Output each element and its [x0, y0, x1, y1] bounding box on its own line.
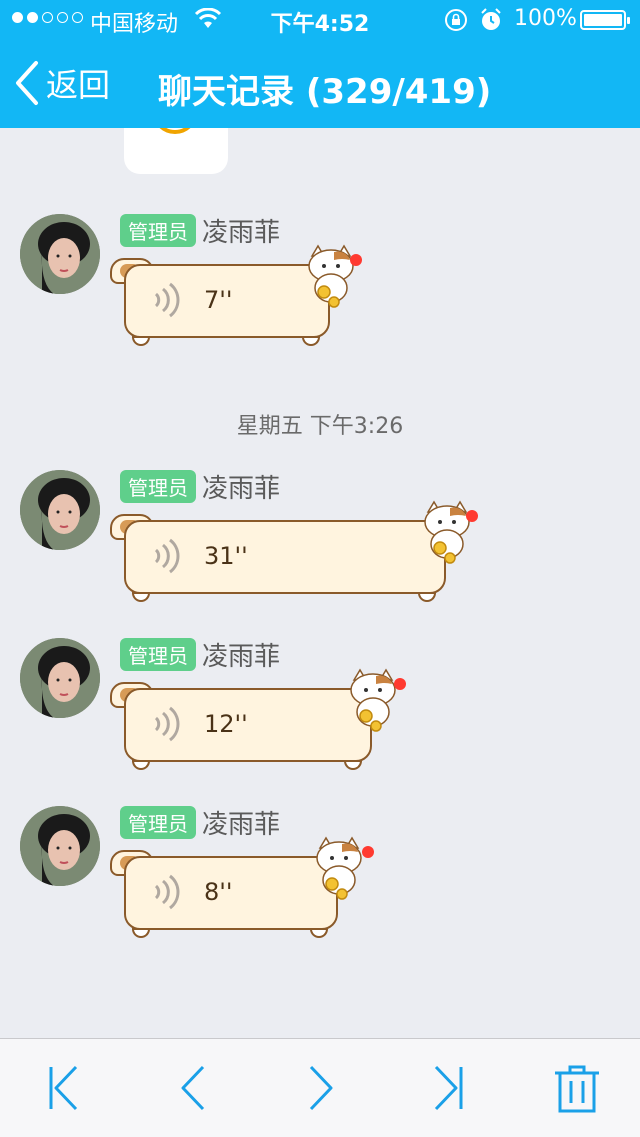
admin-badge: 管理员: [120, 805, 196, 839]
sender-info: 管理员 凌雨菲: [120, 636, 280, 673]
voice-duration: 7'': [204, 286, 233, 314]
unread-dot: [466, 510, 478, 522]
unread-dot: [394, 678, 406, 690]
voice-duration: 8'': [204, 878, 233, 906]
paw-decoration: [418, 592, 436, 602]
unread-dot: [362, 846, 374, 858]
alarm-icon: [481, 8, 501, 30]
paw-decoration: [310, 928, 328, 938]
lucky-cat-icon: [308, 244, 354, 308]
page-title: 聊天记录 (329/419): [158, 72, 492, 112]
voice-wave-icon: [154, 706, 180, 742]
chat-history[interactable]: 管理员 凌雨菲 7'' 星期五 下午3:26 管理员 凌雨菲 31'' 管理员 …: [0, 128, 640, 1038]
sender-name[interactable]: 凌雨菲: [202, 804, 280, 841]
sender-info: 管理员 凌雨菲: [120, 212, 280, 249]
admin-badge: 管理员: [120, 469, 196, 503]
voice-message-bubble[interactable]: 31'': [110, 500, 478, 602]
battery-percent: 100%: [514, 6, 577, 31]
voice-wave-icon: [154, 282, 180, 318]
paw-decoration: [302, 336, 320, 346]
sender-info: 管理员 凌雨菲: [120, 804, 280, 841]
nav-bar: 返回 聊天记录 (329/419): [0, 40, 640, 128]
rotation-lock-icon: [445, 9, 467, 31]
lucky-cat-icon: [424, 500, 470, 564]
voice-wave-icon: [154, 874, 180, 910]
status-bar: 中国移动 下午4:52 100%: [0, 0, 640, 40]
sender-name[interactable]: 凌雨菲: [202, 636, 280, 673]
lucky-cat-icon: [316, 836, 362, 900]
next-icon[interactable]: [306, 1063, 336, 1113]
admin-badge: 管理员: [120, 213, 196, 247]
previous-message-bubble[interactable]: [124, 128, 228, 174]
battery-icon: [580, 10, 630, 30]
last-page-icon[interactable]: [432, 1063, 466, 1113]
voice-duration: 12'': [204, 710, 248, 738]
paw-decoration: [132, 336, 150, 346]
voice-message-bubble[interactable]: 7'': [110, 244, 362, 346]
timestamp: 星期五 下午3:26: [236, 414, 404, 439]
smiley-sticker-icon: [152, 128, 198, 134]
lucky-cat-icon: [350, 668, 396, 732]
previous-icon[interactable]: [178, 1063, 208, 1113]
sender-name[interactable]: 凌雨菲: [202, 212, 280, 249]
trash-icon[interactable]: [552, 1063, 602, 1115]
paw-decoration: [344, 760, 362, 770]
voice-message-bubble[interactable]: 12'': [110, 668, 406, 770]
admin-badge: 管理员: [120, 637, 196, 671]
paw-decoration: [132, 928, 150, 938]
avatar[interactable]: [20, 806, 100, 886]
back-label: 返回: [46, 66, 111, 104]
chevron-left-icon: [16, 61, 38, 105]
sender-info: 管理员 凌雨菲: [120, 468, 280, 505]
back-button[interactable]: 返回: [14, 58, 110, 108]
paw-decoration: [132, 760, 150, 770]
header: 中国移动 下午4:52 100% 返回 聊天记录 (329/419): [0, 0, 640, 128]
avatar[interactable]: [20, 214, 100, 294]
bottom-toolbar: [0, 1038, 640, 1137]
avatar[interactable]: [20, 638, 100, 718]
unread-dot: [350, 254, 362, 266]
voice-wave-icon: [154, 538, 180, 574]
avatar[interactable]: [20, 470, 100, 550]
first-page-icon[interactable]: [46, 1063, 80, 1113]
sender-name[interactable]: 凌雨菲: [202, 468, 280, 505]
voice-duration: 31'': [204, 542, 248, 570]
paw-decoration: [132, 592, 150, 602]
voice-message-bubble[interactable]: 8'': [110, 836, 374, 938]
